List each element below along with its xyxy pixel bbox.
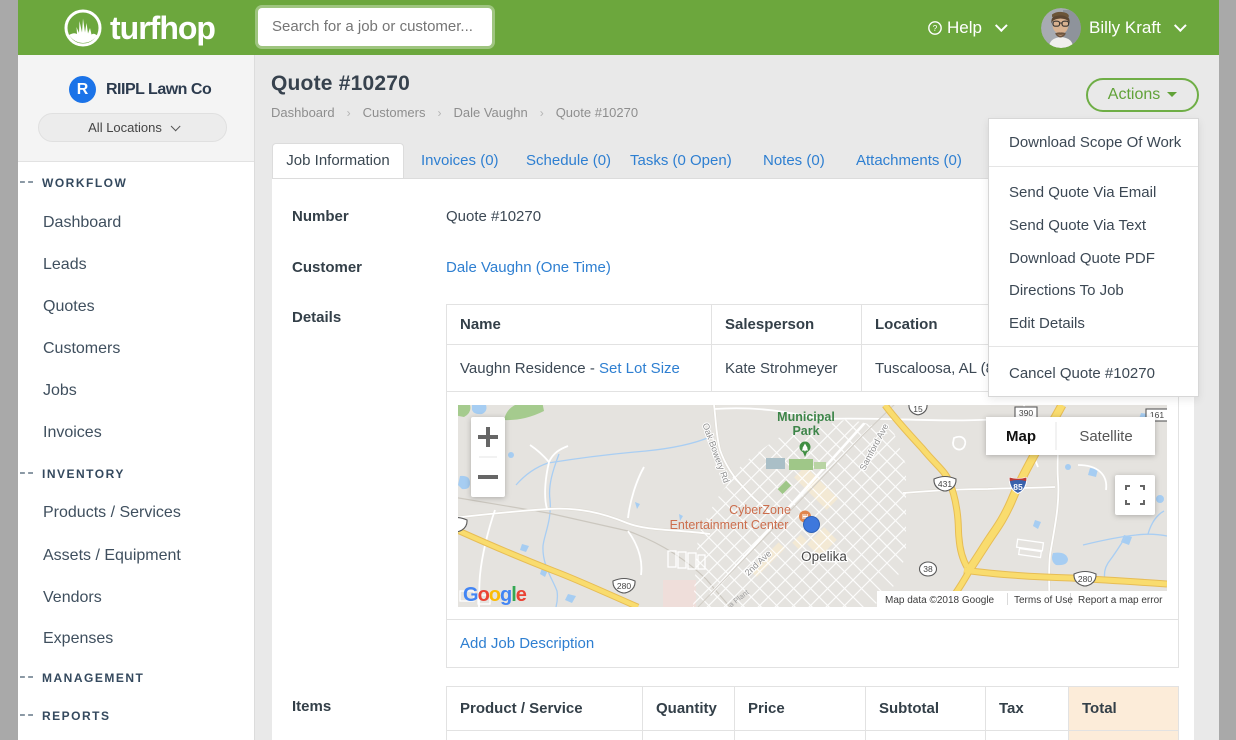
svg-text:Map data ©2018 Google: Map data ©2018 Google (885, 595, 995, 606)
svg-text:Opelika: Opelika (801, 549, 847, 564)
svg-text:Satellite: Satellite (1079, 428, 1132, 445)
svg-text:Entertainment Center: Entertainment Center (670, 518, 789, 532)
svg-text:Report a map error: Report a map error (1078, 595, 1163, 606)
svg-text:?: ? (933, 23, 938, 33)
svg-text:431: 431 (938, 479, 952, 489)
svg-text:Terms of Use: Terms of Use (1014, 595, 1073, 606)
svg-text:38: 38 (923, 564, 933, 574)
svg-text:390: 390 (1019, 408, 1033, 418)
svg-text:280: 280 (617, 581, 631, 591)
svg-text:Google: Google (463, 584, 527, 606)
svg-text:280: 280 (1078, 574, 1092, 584)
svg-text:Map: Map (1006, 428, 1036, 445)
svg-text:85: 85 (1013, 482, 1023, 492)
svg-text:Municipal: Municipal (777, 410, 835, 424)
svg-text:CyberZone: CyberZone (729, 503, 791, 517)
svg-text:Park: Park (792, 424, 819, 438)
svg-text:15: 15 (913, 405, 923, 414)
